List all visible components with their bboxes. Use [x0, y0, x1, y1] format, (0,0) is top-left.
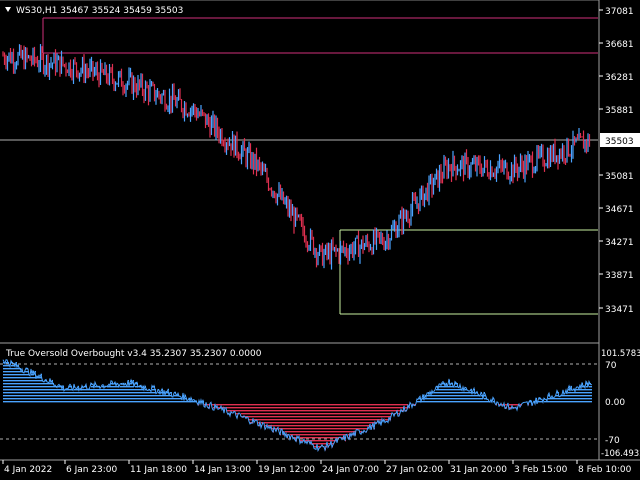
indicator-tick: 70 [605, 361, 617, 371]
oscillator-histogram [2, 359, 593, 453]
trading-terminal: WS30,H1 35467 35524 35459 35503 True Ove… [0, 0, 640, 480]
indicator-axis: 101.5783 70 0.00 -70 -106.4932 [601, 349, 640, 459]
indicator-tick: -106.4932 [601, 449, 640, 459]
price-tick: 33871 [605, 271, 634, 281]
indicator-tick: -70 [605, 436, 620, 446]
price-tick: 34271 [605, 238, 634, 248]
price-tick: 36281 [605, 73, 634, 83]
price-tick: 37081 [605, 7, 634, 17]
time-tick: 31 Jan 20:00 [450, 465, 507, 475]
svg-text:35503: 35503 [605, 137, 634, 147]
indicator-tick: 0.00 [605, 398, 625, 408]
time-tick: 8 Feb 10:00 [578, 465, 632, 475]
current-price-badge: 35503 [600, 133, 640, 147]
price-tick: 34671 [605, 205, 634, 215]
time-tick: 27 Jan 02:00 [386, 465, 443, 475]
time-tick: 19 Jan 12:00 [258, 465, 315, 475]
price-candles [2, 44, 591, 270]
chart-title: WS30,H1 35467 35524 35459 35503 [16, 6, 183, 16]
indicator-title: True Oversold Overbought v3.4 35.2307 35… [5, 349, 262, 359]
time-tick: 6 Jan 23:00 [66, 465, 118, 475]
triangle-down-icon[interactable] [5, 7, 11, 12]
price-tick: 35881 [605, 106, 634, 116]
time-axis: 4 Jan 2022 6 Jan 23:00 11 Jan 18:00 14 J… [2, 460, 632, 475]
time-tick: 24 Jan 07:00 [322, 465, 379, 475]
price-tick: 36681 [605, 40, 634, 50]
chart-canvas[interactable]: WS30,H1 35467 35524 35459 35503 True Ove… [0, 0, 640, 480]
time-tick: 3 Feb 15:00 [514, 465, 568, 475]
time-tick: 11 Jan 18:00 [130, 465, 187, 475]
indicator-tick: 101.5783 [601, 349, 640, 359]
price-tick: 33471 [605, 305, 634, 315]
price-axis: 37081 36681 36281 35881 35081 34671 3427… [599, 7, 634, 315]
time-tick: 14 Jan 13:00 [194, 465, 251, 475]
price-tick: 35081 [605, 172, 634, 182]
time-tick: 4 Jan 2022 [4, 465, 52, 475]
